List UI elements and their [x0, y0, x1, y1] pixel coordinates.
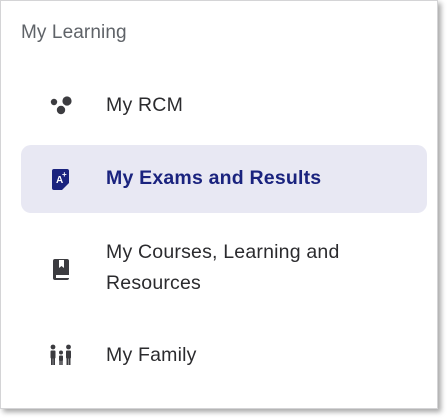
nav-item-my-family[interactable]: My Family [21, 331, 427, 379]
family-icon [48, 342, 74, 368]
section-title: My Learning [21, 22, 127, 43]
book-icon [48, 256, 74, 282]
rcm-dots-icon [48, 93, 74, 119]
nav-item-my-courses-learning-and-resources[interactable]: My Courses, Learning and Resources [21, 229, 427, 307]
nav-item-label: My RCM [106, 94, 184, 116]
nav-item-my-rcm[interactable]: My RCM [21, 82, 427, 130]
nav-item-my-exams-and-results[interactable]: A + My Exams and Results [21, 145, 427, 213]
nav-item-label: My Exams and Results [106, 167, 322, 189]
exam-grade-icon: A + [48, 166, 74, 192]
my-learning-panel: My Learning My RCM A + My Exams and Resu… [0, 0, 438, 409]
nav-item-label: My Family [106, 344, 197, 366]
svg-text:+: + [62, 170, 67, 179]
nav-item-label: My Courses, Learning and Resources [106, 241, 340, 294]
